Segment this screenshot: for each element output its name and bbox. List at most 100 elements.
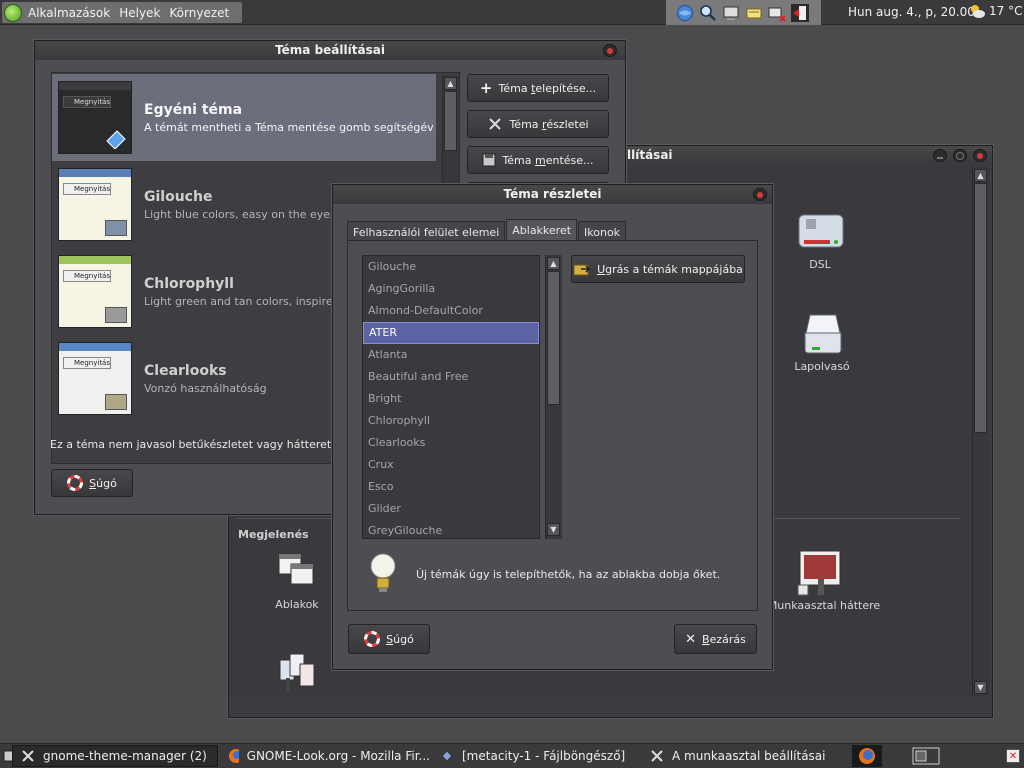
list-item[interactable]: Chlorophyll [363, 410, 539, 432]
tab-window-border[interactable]: Ablakkeret [506, 219, 578, 241]
partly-cloudy-icon [971, 5, 985, 18]
window-border-list[interactable]: Gilouche AgingGorilla Almond-DefaultColo… [362, 255, 540, 539]
close-window-button[interactable] [603, 44, 617, 57]
close-window-button[interactable] [973, 149, 987, 162]
list-item[interactable]: Gilouche [363, 256, 539, 278]
terminal-icon[interactable] [722, 4, 740, 22]
main-window-titlebar[interactable]: Téma beállításai [35, 41, 625, 60]
list-item[interactable]: Clearlooks [363, 432, 539, 454]
firefox-icon [229, 749, 239, 763]
install-theme-button[interactable]: + Téma telepítése... [467, 74, 609, 102]
dsl-label[interactable]: DSL [790, 258, 850, 271]
goto-theme-folder-button[interactable]: Ugrás a témák mappájába [571, 255, 745, 283]
windows-icon[interactable] [277, 552, 317, 591]
back-window-scrollbar[interactable]: ▲ ▼ [972, 167, 989, 697]
wallpaper-icon[interactable] [796, 549, 844, 600]
scroll-down-icon[interactable]: ▼ [547, 523, 560, 536]
list-item[interactable]: Almond-DefaultColor [363, 300, 539, 322]
close-button[interactable]: ✕ Bezárás [674, 624, 757, 654]
menu-applications[interactable]: Alkalmazások [28, 6, 110, 20]
window-border-scrollbar[interactable]: ▲ ▼ [545, 255, 562, 539]
dsl-icon[interactable] [798, 213, 844, 254]
help-button[interactable]: Súgó [51, 469, 133, 497]
thumbnail-open-button: Megnyitás [63, 270, 111, 282]
help-button[interactable]: Súgó [348, 624, 430, 654]
search-icon[interactable] [699, 4, 717, 22]
scroll-up-icon[interactable]: ▲ [974, 169, 987, 182]
list-item[interactable]: Bright [363, 388, 539, 410]
clock[interactable]: Hun aug. 4., p, 20.00 [848, 5, 975, 19]
firefox-launcher-icon[interactable] [852, 745, 882, 767]
main-window-title: Téma beállításai [275, 43, 385, 57]
task-label: [metacity-1 - Fájlböngésző] [462, 749, 626, 763]
theme-thumbnail: Megnyitás [58, 342, 132, 415]
notes-icon[interactable] [745, 4, 763, 22]
plus-icon: + [479, 79, 493, 97]
scroll-thumb[interactable] [444, 91, 457, 151]
task-button-theme-manager[interactable]: gnome-theme-manager (2) [12, 745, 218, 767]
task-button-file-browser[interactable]: [metacity-1 - Fájlböngésző] [436, 745, 642, 767]
list-item[interactable]: AgingGorilla [363, 278, 539, 300]
weather-applet[interactable]: 17 °C [968, 3, 1022, 19]
list-item[interactable]: GreyGilouche [363, 520, 539, 538]
theme-thumbnail: Megnyitás [58, 81, 132, 154]
menu-system[interactable]: Környezet [169, 6, 229, 20]
theme-name: Egyéni téma [144, 102, 243, 118]
folder-icon [441, 750, 453, 762]
theme-item-custom[interactable]: Megnyitás Egyéni téma A témát mentheti a… [52, 74, 436, 161]
theme-name: Clearlooks [144, 363, 227, 379]
close-window-button[interactable] [753, 188, 767, 201]
theme-name: Chlorophyll [144, 276, 234, 292]
list-item[interactable]: Atlanta [363, 344, 539, 366]
save-theme-button[interactable]: Téma mentése... [467, 146, 609, 174]
trash-icon[interactable]: ✕ [1006, 749, 1020, 763]
main-menu-bar: Alkalmazások Helyek Környezet [2, 2, 243, 23]
temperature: 17 °C [989, 4, 1023, 18]
windows-label[interactable]: Ablakok [267, 598, 327, 611]
theme-details-dialog: Téma részletei Felhasználói felület elem… [332, 184, 773, 670]
task-button-firefox[interactable]: GNOME-Look.org - Mozilla Fir... [224, 745, 430, 767]
scroll-thumb[interactable] [547, 271, 560, 405]
lightbulb-icon [370, 553, 396, 592]
network-disconnected-icon[interactable] [768, 4, 786, 22]
scroll-up-icon[interactable]: ▲ [444, 77, 457, 90]
list-item[interactable]: Esco [363, 476, 539, 498]
list-item[interactable]: Glider [363, 498, 539, 520]
font-icon[interactable] [278, 650, 318, 699]
bottom-panel: gnome-theme-manager (2) GNOME-Look.org -… [0, 743, 1024, 768]
list-item[interactable]: Beautiful and Free [363, 366, 539, 388]
list-item[interactable]: Crux [363, 454, 539, 476]
scanner-icon[interactable] [802, 311, 844, 362]
details-tabs: Felhasználói felület elemei Ablakkeret I… [347, 219, 627, 241]
close-icon: ✕ [685, 631, 697, 647]
minimize-button[interactable] [933, 149, 947, 162]
wallpaper-label[interactable]: Munkaasztal háttere [764, 599, 884, 612]
top-panel: Alkalmazások Helyek Környezet Hun aug. 4… [0, 0, 1024, 25]
tab-ui-elements[interactable]: Felhasználói felület elemei [347, 221, 506, 241]
logout-icon[interactable] [791, 3, 809, 22]
task-label: A munkaasztal beállításai [672, 749, 826, 763]
theme-details-button[interactable]: Téma részletei [467, 110, 609, 138]
web-browser-icon[interactable] [676, 4, 694, 22]
tools-icon [489, 118, 502, 130]
scroll-down-icon[interactable]: ▼ [974, 681, 987, 694]
scroll-thumb[interactable] [974, 183, 987, 433]
menu-places[interactable]: Helyek [119, 6, 160, 20]
scanner-label[interactable]: Lapolvasó [782, 360, 862, 373]
tab-icons[interactable]: Ikonok [578, 221, 627, 241]
list-item-selected[interactable]: ATER [363, 322, 539, 344]
section-appearance: Megjelenés [238, 528, 309, 541]
scroll-up-icon[interactable]: ▲ [547, 257, 560, 270]
thumbnail-open-button: Megnyitás [63, 96, 111, 108]
workspace-switcher-icon[interactable] [912, 747, 940, 768]
thumbnail-open-button: Megnyitás [63, 183, 111, 195]
distro-logo-icon[interactable] [4, 3, 22, 22]
folder-jump-icon [573, 264, 591, 276]
maximize-button[interactable] [953, 149, 967, 162]
folder-icon [105, 307, 127, 323]
task-button-desktop-settings[interactable]: A munkaasztal beállításai [646, 745, 846, 767]
launcher-tray [666, 0, 821, 25]
dialog-titlebar[interactable]: Téma részletei [333, 185, 772, 204]
theme-notice: Ez a téma nem javasol betűkészletet vagy… [50, 438, 335, 451]
tools-icon [22, 750, 34, 762]
